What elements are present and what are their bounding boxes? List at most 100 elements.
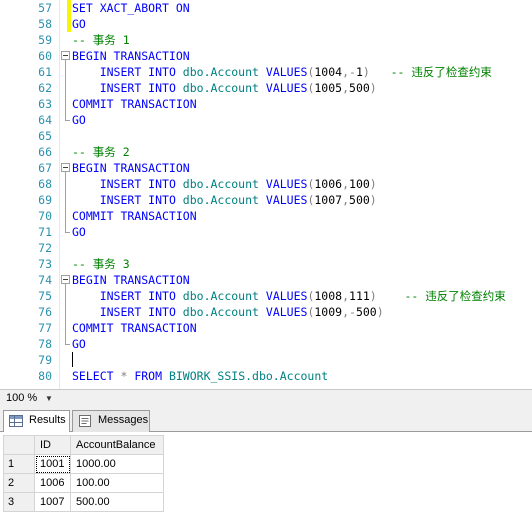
code-token: 1004 bbox=[314, 65, 343, 79]
code-line[interactable]: 69 INSERT INTO dbo.Account VALUES(1007,5… bbox=[0, 192, 532, 208]
code-line[interactable]: 65 bbox=[0, 128, 532, 144]
results-grid-area: ID AccountBalance 1 1001 1000.00 2 1006 … bbox=[0, 432, 532, 512]
fold-guide-end bbox=[65, 120, 70, 121]
code-line[interactable]: 59 -- 事务 1 bbox=[0, 32, 532, 48]
line-number: 61 bbox=[38, 65, 52, 79]
code-token: -- 违反了检查约束 bbox=[404, 289, 506, 303]
cell-accountbalance[interactable]: 1000.00 bbox=[70, 454, 164, 474]
line-number: 59 bbox=[38, 33, 52, 47]
collapse-icon[interactable] bbox=[61, 163, 70, 172]
table-row[interactable]: 2 1006 100.00 bbox=[3, 473, 164, 493]
code-token: 111 bbox=[349, 289, 370, 303]
cell-accountbalance[interactable]: 100.00 bbox=[70, 473, 164, 493]
tab-results-label: Results bbox=[29, 414, 66, 426]
line-number: 64 bbox=[38, 113, 52, 127]
code-line[interactable]: 68 INSERT INTO dbo.Account VALUES(1006,1… bbox=[0, 176, 532, 192]
cell-accountbalance[interactable]: 500.00 bbox=[70, 492, 164, 512]
code-token: VALUES bbox=[265, 177, 308, 191]
tab-messages[interactable]: Messages bbox=[72, 410, 150, 432]
code-token: SET XACT_ABORT ON bbox=[72, 1, 190, 15]
row-number[interactable]: 2 bbox=[3, 473, 35, 493]
code-line[interactable]: 77 COMMIT TRANSACTION bbox=[0, 320, 532, 336]
table-row[interactable]: 3 1007 500.00 bbox=[3, 492, 164, 512]
grid-corner[interactable] bbox=[3, 435, 35, 455]
code-line[interactable]: 74 BEGIN TRANSACTION bbox=[0, 272, 532, 288]
messages-icon bbox=[78, 415, 92, 427]
code-text: -- 事务 3 bbox=[72, 256, 130, 272]
code-line[interactable]: 57 SET XACT_ABORT ON bbox=[0, 0, 532, 16]
column-header-accountbalance[interactable]: AccountBalance bbox=[70, 435, 164, 455]
code-line[interactable]: 60 BEGIN TRANSACTION bbox=[0, 48, 532, 64]
code-line[interactable]: 64 GO bbox=[0, 112, 532, 128]
code-token: 1005 bbox=[314, 81, 343, 95]
chevron-down-icon[interactable]: ▼ bbox=[45, 390, 53, 407]
code-token: -- 事务 3 bbox=[72, 257, 130, 271]
code-token: , bbox=[342, 193, 350, 207]
code-line[interactable]: 80 SELECT * FROM BIWORK_SSIS.dbo.Account bbox=[0, 368, 532, 384]
code-token: dbo.Account bbox=[182, 65, 266, 79]
code-line[interactable]: 79 bbox=[0, 352, 532, 368]
code-line[interactable]: 72 bbox=[0, 240, 532, 256]
code-token: VALUES bbox=[265, 65, 308, 79]
code-line[interactable]: 75 INSERT INTO dbo.Account VALUES(1008,1… bbox=[0, 288, 532, 304]
code-token: 100 bbox=[349, 177, 370, 191]
code-text: COMMIT TRANSACTION bbox=[72, 320, 197, 336]
cell-id[interactable]: 1006 bbox=[34, 473, 71, 493]
code-line[interactable]: 61 INSERT INTO dbo.Account VALUES(1004,-… bbox=[0, 64, 532, 80]
code-token: dbo.Account bbox=[182, 177, 266, 191]
code-line[interactable]: 66 -- 事务 2 bbox=[0, 144, 532, 160]
collapse-icon[interactable] bbox=[61, 275, 70, 284]
code-line[interactable]: 67 BEGIN TRANSACTION bbox=[0, 160, 532, 176]
code-token: , bbox=[342, 289, 350, 303]
column-header-id[interactable]: ID bbox=[34, 435, 71, 455]
code-editor[interactable]: 57 SET XACT_ABORT ON 58 GO 59 -- 事务 1 60 BEGIN … bbox=[0, 0, 532, 389]
line-number: 71 bbox=[38, 225, 52, 239]
code-line[interactable]: 58 GO bbox=[0, 16, 532, 32]
code-text: -- 事务 1 bbox=[72, 32, 130, 48]
line-number: 69 bbox=[38, 193, 52, 207]
code-text: BEGIN TRANSACTION bbox=[72, 160, 190, 176]
code-line[interactable]: 76 INSERT INTO dbo.Account VALUES(1009,-… bbox=[0, 304, 532, 320]
collapse-icon[interactable] bbox=[61, 51, 70, 60]
code-token: - bbox=[349, 305, 356, 319]
code-token: SELECT bbox=[72, 369, 121, 383]
cell-id[interactable]: 1001 bbox=[34, 454, 71, 474]
code-text: INSERT INTO dbo.Account VALUES(1007,500) bbox=[72, 192, 377, 208]
code-token: ) bbox=[369, 289, 377, 303]
code-text: SELECT * FROM BIWORK_SSIS.dbo.Account bbox=[72, 368, 328, 384]
row-number[interactable]: 3 bbox=[3, 492, 35, 512]
line-number: 63 bbox=[38, 97, 52, 111]
results-grid[interactable]: ID AccountBalance 1 1001 1000.00 2 1006 … bbox=[3, 435, 164, 512]
code-token: ) bbox=[376, 305, 384, 319]
tab-results[interactable]: Results bbox=[3, 410, 70, 433]
code-line[interactable]: 78 GO bbox=[0, 336, 532, 352]
code-text: BEGIN TRANSACTION bbox=[72, 272, 190, 288]
line-number: 77 bbox=[38, 321, 52, 335]
cell-id[interactable]: 1007 bbox=[34, 492, 71, 512]
code-line[interactable]: 71 GO bbox=[0, 224, 532, 240]
code-token: , bbox=[342, 305, 350, 319]
code-line[interactable]: 70 COMMIT TRANSACTION bbox=[0, 208, 532, 224]
code-token: VALUES bbox=[265, 305, 308, 319]
line-number: 57 bbox=[38, 1, 52, 15]
row-number[interactable]: 1 bbox=[3, 454, 35, 474]
zoom-dropdown[interactable]: 100 % ▼ bbox=[3, 390, 58, 407]
code-token: 1006 bbox=[314, 177, 343, 191]
code-line[interactable]: 63 COMMIT TRANSACTION bbox=[0, 96, 532, 112]
code-line[interactable]: 73 -- 事务 3 bbox=[0, 256, 532, 272]
code-token: BIWORK_SSIS.dbo.Account bbox=[168, 369, 329, 383]
code-line[interactable]: 62 INSERT INTO dbo.Account VALUES(1005,5… bbox=[0, 80, 532, 96]
line-number: 72 bbox=[38, 241, 52, 255]
code-token: GO bbox=[72, 225, 86, 239]
table-row[interactable]: 1 1001 1000.00 bbox=[3, 454, 164, 474]
line-number: 62 bbox=[38, 81, 52, 95]
code-token: -- 事务 2 bbox=[72, 145, 130, 159]
code-token: - bbox=[349, 65, 356, 79]
